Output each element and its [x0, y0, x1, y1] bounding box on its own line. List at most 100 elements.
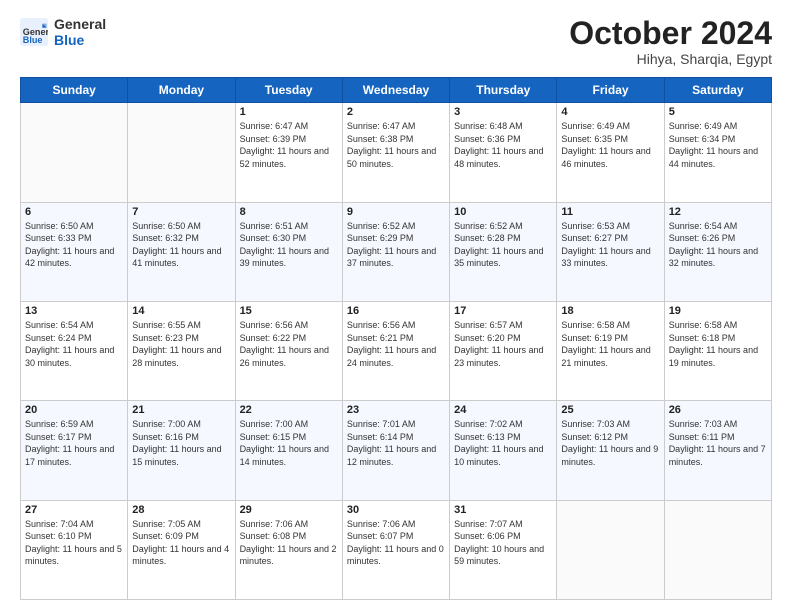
calendar-cell: [664, 500, 771, 599]
day-header-sunday: Sunday: [21, 78, 128, 103]
cell-content: Sunrise: 6:59 AM Sunset: 6:17 PM Dayligh…: [25, 418, 123, 468]
day-number: 29: [240, 504, 338, 516]
cell-content: Sunrise: 6:48 AM Sunset: 6:36 PM Dayligh…: [454, 120, 552, 170]
cell-content: Sunrise: 7:00 AM Sunset: 6:15 PM Dayligh…: [240, 418, 338, 468]
calendar-cell: 14 Sunrise: 6:55 AM Sunset: 6:23 PM Dayli…: [128, 301, 235, 400]
calendar-cell: 24 Sunrise: 7:02 AM Sunset: 6:13 PM Dayli…: [450, 401, 557, 500]
day-header-tuesday: Tuesday: [235, 78, 342, 103]
day-number: 23: [347, 404, 445, 416]
day-number: 6: [25, 206, 123, 218]
day-number: 2: [347, 106, 445, 118]
calendar-cell: 19Sunrise: 6:58 AM Sunset: 6:18 PM Dayli…: [664, 301, 771, 400]
cell-content: Sunrise: 6:58 AM Sunset: 6:19 PM Dayligh…: [561, 319, 659, 369]
calendar-header-row: SundayMondayTuesdayWednesdayThursdayFrid…: [21, 78, 772, 103]
cell-content: Sunrise: 6:57 AM Sunset: 6:20 PM Dayligh…: [454, 319, 552, 369]
calendar-cell: 20 Sunrise: 6:59 AM Sunset: 6:17 PM Dayli…: [21, 401, 128, 500]
day-number: 27: [25, 504, 123, 516]
cell-content: Sunrise: 6:49 AM Sunset: 6:35 PM Dayligh…: [561, 120, 659, 170]
day-number: 24: [454, 404, 552, 416]
calendar-cell: 28Sunrise: 7:05 AM Sunset: 6:09 PM Dayli…: [128, 500, 235, 599]
day-number: 30: [347, 504, 445, 516]
day-number: 16: [347, 305, 445, 317]
cell-content: Sunrise: 7:02 AM Sunset: 6:13 PM Dayligh…: [454, 418, 552, 468]
cell-content: Sunrise: 6:47 AM Sunset: 6:39 PM Dayligh…: [240, 120, 338, 170]
calendar-cell: 18 Sunrise: 6:58 AM Sunset: 6:19 PM Dayli…: [557, 301, 664, 400]
day-number: 8: [240, 206, 338, 218]
day-header-friday: Friday: [557, 78, 664, 103]
cell-content: Sunrise: 6:55 AM Sunset: 6:23 PM Dayligh…: [132, 319, 230, 369]
day-number: 22: [240, 404, 338, 416]
calendar-cell: 10Sunrise: 6:52 AM Sunset: 6:28 PM Dayli…: [450, 202, 557, 301]
calendar-cell: 11 Sunrise: 6:53 AM Sunset: 6:27 PM Dayli…: [557, 202, 664, 301]
calendar-cell: 13Sunrise: 6:54 AM Sunset: 6:24 PM Dayli…: [21, 301, 128, 400]
calendar-cell: 4 Sunrise: 6:49 AM Sunset: 6:35 PM Daylig…: [557, 103, 664, 202]
cell-content: Sunrise: 6:47 AM Sunset: 6:38 PM Dayligh…: [347, 120, 445, 170]
cell-content: Sunrise: 7:04 AM Sunset: 6:10 PM Dayligh…: [25, 518, 123, 568]
cell-content: Sunrise: 6:51 AM Sunset: 6:30 PM Dayligh…: [240, 220, 338, 270]
day-number: 1: [240, 106, 338, 118]
logo-general-text: General: [54, 16, 106, 32]
calendar-cell: 17 Sunrise: 6:57 AM Sunset: 6:20 PM Dayli…: [450, 301, 557, 400]
calendar-week-1: 1 Sunrise: 6:47 AM Sunset: 6:39 PM Daylig…: [21, 103, 772, 202]
cell-content: Sunrise: 6:58 AM Sunset: 6:18 PM Dayligh…: [669, 319, 767, 369]
calendar-cell: [21, 103, 128, 202]
cell-content: Sunrise: 7:07 AM Sunset: 6:06 PM Dayligh…: [454, 518, 552, 568]
page: General Blue General Blue October 2024 H…: [0, 0, 792, 612]
day-number: 17: [454, 305, 552, 317]
day-header-monday: Monday: [128, 78, 235, 103]
cell-content: Sunrise: 6:52 AM Sunset: 6:29 PM Dayligh…: [347, 220, 445, 270]
calendar-cell: [128, 103, 235, 202]
day-number: 3: [454, 106, 552, 118]
cell-content: Sunrise: 6:53 AM Sunset: 6:27 PM Dayligh…: [561, 220, 659, 270]
month-title: October 2024: [569, 16, 772, 51]
calendar-week-4: 20 Sunrise: 6:59 AM Sunset: 6:17 PM Dayli…: [21, 401, 772, 500]
cell-content: Sunrise: 6:49 AM Sunset: 6:34 PM Dayligh…: [669, 120, 767, 170]
day-header-wednesday: Wednesday: [342, 78, 449, 103]
day-number: 18: [561, 305, 659, 317]
calendar-cell: 9Sunrise: 6:52 AM Sunset: 6:29 PM Daylig…: [342, 202, 449, 301]
day-header-thursday: Thursday: [450, 78, 557, 103]
calendar-cell: 21 Sunrise: 7:00 AM Sunset: 6:16 PM Dayli…: [128, 401, 235, 500]
calendar-cell: 16Sunrise: 6:56 AM Sunset: 6:21 PM Dayli…: [342, 301, 449, 400]
calendar-cell: 5 Sunrise: 6:49 AM Sunset: 6:34 PM Daylig…: [664, 103, 771, 202]
calendar-cell: 2 Sunrise: 6:47 AM Sunset: 6:38 PM Daylig…: [342, 103, 449, 202]
calendar-week-5: 27 Sunrise: 7:04 AM Sunset: 6:10 PM Dayli…: [21, 500, 772, 599]
calendar-cell: 12 Sunrise: 6:54 AM Sunset: 6:26 PM Dayli…: [664, 202, 771, 301]
logo-icon: General Blue: [20, 18, 48, 46]
cell-content: Sunrise: 7:01 AM Sunset: 6:14 PM Dayligh…: [347, 418, 445, 468]
logo: General Blue General Blue: [20, 16, 106, 48]
cell-content: Sunrise: 7:06 AM Sunset: 6:08 PM Dayligh…: [240, 518, 338, 568]
day-number: 11: [561, 206, 659, 218]
calendar-cell: 27 Sunrise: 7:04 AM Sunset: 6:10 PM Dayli…: [21, 500, 128, 599]
cell-content: Sunrise: 7:03 AM Sunset: 6:12 PM Dayligh…: [561, 418, 659, 468]
calendar-cell: 3 Sunrise: 6:48 AM Sunset: 6:36 PM Daylig…: [450, 103, 557, 202]
calendar-cell: 25Sunrise: 7:03 AM Sunset: 6:12 PM Dayli…: [557, 401, 664, 500]
day-number: 31: [454, 504, 552, 516]
day-number: 20: [25, 404, 123, 416]
title-area: October 2024 Hihya, Sharqia, Egypt: [569, 16, 772, 67]
calendar-cell: 6Sunrise: 6:50 AM Sunset: 6:33 PM Daylig…: [21, 202, 128, 301]
cell-content: Sunrise: 6:54 AM Sunset: 6:26 PM Dayligh…: [669, 220, 767, 270]
calendar-cell: 23 Sunrise: 7:01 AM Sunset: 6:14 PM Dayli…: [342, 401, 449, 500]
day-number: 21: [132, 404, 230, 416]
calendar-table: SundayMondayTuesdayWednesdayThursdayFrid…: [20, 77, 772, 600]
cell-content: Sunrise: 7:03 AM Sunset: 6:11 PM Dayligh…: [669, 418, 767, 468]
day-number: 26: [669, 404, 767, 416]
calendar-cell: 8 Sunrise: 6:51 AM Sunset: 6:30 PM Daylig…: [235, 202, 342, 301]
day-number: 5: [669, 106, 767, 118]
calendar-cell: 15 Sunrise: 6:56 AM Sunset: 6:22 PM Dayli…: [235, 301, 342, 400]
cell-content: Sunrise: 7:00 AM Sunset: 6:16 PM Dayligh…: [132, 418, 230, 468]
calendar-week-3: 13Sunrise: 6:54 AM Sunset: 6:24 PM Dayli…: [21, 301, 772, 400]
calendar-cell: 30 Sunrise: 7:06 AM Sunset: 6:07 PM Dayli…: [342, 500, 449, 599]
cell-content: Sunrise: 7:06 AM Sunset: 6:07 PM Dayligh…: [347, 518, 445, 568]
cell-content: Sunrise: 7:05 AM Sunset: 6:09 PM Dayligh…: [132, 518, 230, 568]
cell-content: Sunrise: 6:56 AM Sunset: 6:22 PM Dayligh…: [240, 319, 338, 369]
cell-content: Sunrise: 6:54 AM Sunset: 6:24 PM Dayligh…: [25, 319, 123, 369]
calendar-cell: 22 Sunrise: 7:00 AM Sunset: 6:15 PM Dayli…: [235, 401, 342, 500]
day-number: 14: [132, 305, 230, 317]
calendar-week-2: 6Sunrise: 6:50 AM Sunset: 6:33 PM Daylig…: [21, 202, 772, 301]
svg-text:Blue: Blue: [23, 35, 43, 45]
day-number: 15: [240, 305, 338, 317]
day-number: 12: [669, 206, 767, 218]
day-number: 4: [561, 106, 659, 118]
